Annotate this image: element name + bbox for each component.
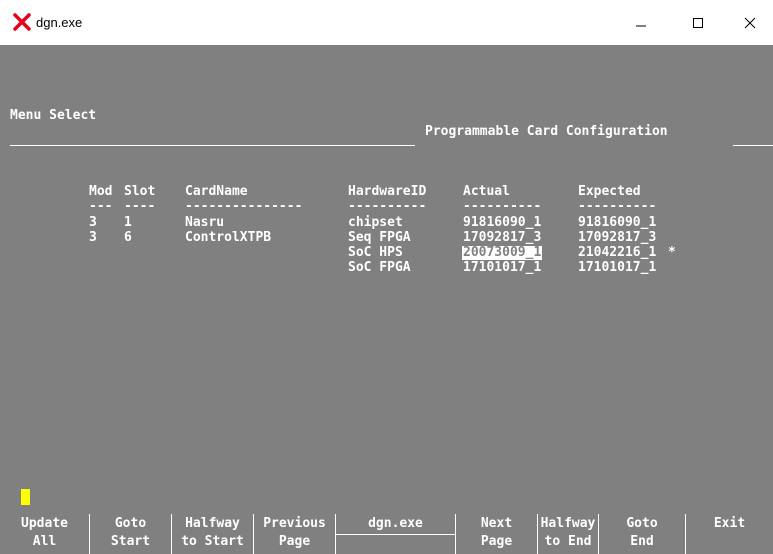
terminal-screen: Menu Select Programmable Card Configurat… <box>0 45 773 554</box>
mismatch-flag: * <box>668 245 676 260</box>
previous-page-key[interactable]: Previous Page <box>253 514 335 554</box>
program-name-key: dgn.exe <box>335 514 455 554</box>
col-header-slot: Slot <box>124 184 156 199</box>
fkey-divider <box>336 534 455 535</box>
fkey-line2: to Start <box>181 534 244 549</box>
fkey-line2: Start <box>110 534 151 549</box>
header-rule-right <box>733 145 773 146</box>
row-actual: 17101017_1 <box>463 260 542 275</box>
sep-actual: ---------- <box>463 199 542 214</box>
row-mod: 3 <box>89 230 97 245</box>
sep-expected: ---------- <box>578 199 657 214</box>
goto-end-key[interactable]: Goto End <box>598 514 685 554</box>
fkey-line1: Update <box>21 516 68 531</box>
function-key-bar: Update All Goto Start Halfway to Start P… <box>0 514 773 554</box>
row-actual: 17092817_3 <box>463 230 542 245</box>
fkey-line1: Goto <box>114 516 147 531</box>
row-cardname: ControlXTPB <box>185 230 272 245</box>
fkey-line2: Page <box>278 534 311 549</box>
halfway-to-start-key[interactable]: Halfway to Start <box>171 514 253 554</box>
fkey-line1: Previous <box>263 516 326 531</box>
row-hardwareid: chipset <box>348 215 403 230</box>
fkey-line1: dgn.exe <box>368 516 423 531</box>
fkey-line2: to End <box>544 534 592 549</box>
row-expected: 91816090_1 <box>578 215 657 230</box>
sep-hardwareid: ---------- <box>348 199 427 214</box>
row-expected: 21042216_1 <box>578 245 657 260</box>
fkey-line1: Halfway <box>540 516 596 531</box>
sep-cardname: --------------- <box>185 199 303 214</box>
selected-actual-cell[interactable]: 20073009_1 <box>462 246 543 260</box>
row-cardname: Nasru <box>185 215 225 230</box>
row-expected: 17101017_1 <box>578 260 657 275</box>
col-header-hardwareid: HardwareID <box>348 184 427 199</box>
col-header-expected: Expected <box>578 184 641 199</box>
sep-mod: --- <box>89 199 113 214</box>
fkey-line2: End <box>630 534 654 549</box>
fkey-line1: Goto <box>626 516 658 531</box>
goto-start-key[interactable]: Goto Start <box>89 514 171 554</box>
exit-key[interactable]: Exit <box>685 514 773 554</box>
menu-select-label: Menu Select <box>10 108 97 123</box>
col-header-cardname: CardName <box>185 184 248 199</box>
maximize-icon <box>693 17 703 28</box>
close-icon <box>744 17 756 28</box>
fkey-line2: Page <box>480 534 513 549</box>
close-button[interactable] <box>727 0 773 45</box>
fkey-line2: All <box>32 534 57 549</box>
header-rule-left <box>10 145 415 146</box>
sep-slot: ---- <box>124 199 156 214</box>
minimize-icon <box>636 25 646 26</box>
fkey-line1: Exit <box>713 516 746 531</box>
halfway-to-end-key[interactable]: Halfway to End <box>537 514 598 554</box>
row-expected: 17092817_3 <box>578 230 657 245</box>
fkey-line1: Halfway <box>185 516 240 531</box>
window-titlebar: dgn.exe <box>0 0 773 45</box>
app-x-icon <box>13 13 31 31</box>
row-slot: 1 <box>124 215 132 230</box>
row-slot: 6 <box>124 230 132 245</box>
row-actual: 91816090_1 <box>463 215 542 230</box>
col-header-mod: Mod <box>89 184 113 199</box>
row-hardwareid: SoC HPS <box>348 245 403 260</box>
window-title: dgn.exe <box>36 15 83 30</box>
text-cursor <box>21 489 30 505</box>
update-all-key[interactable]: Update All <box>0 514 89 554</box>
col-header-actual: Actual <box>463 184 510 199</box>
maximize-button[interactable] <box>675 0 721 45</box>
row-hardwareid: Seq FPGA <box>348 230 411 245</box>
row-hardwareid: SoC FPGA <box>348 260 411 275</box>
next-page-key[interactable]: Next Page <box>455 514 537 554</box>
row-mod: 3 <box>89 215 97 230</box>
fkey-line1: Next <box>480 516 513 531</box>
minimize-button[interactable] <box>618 0 664 45</box>
screen-heading: Programmable Card Configuration <box>425 124 668 139</box>
